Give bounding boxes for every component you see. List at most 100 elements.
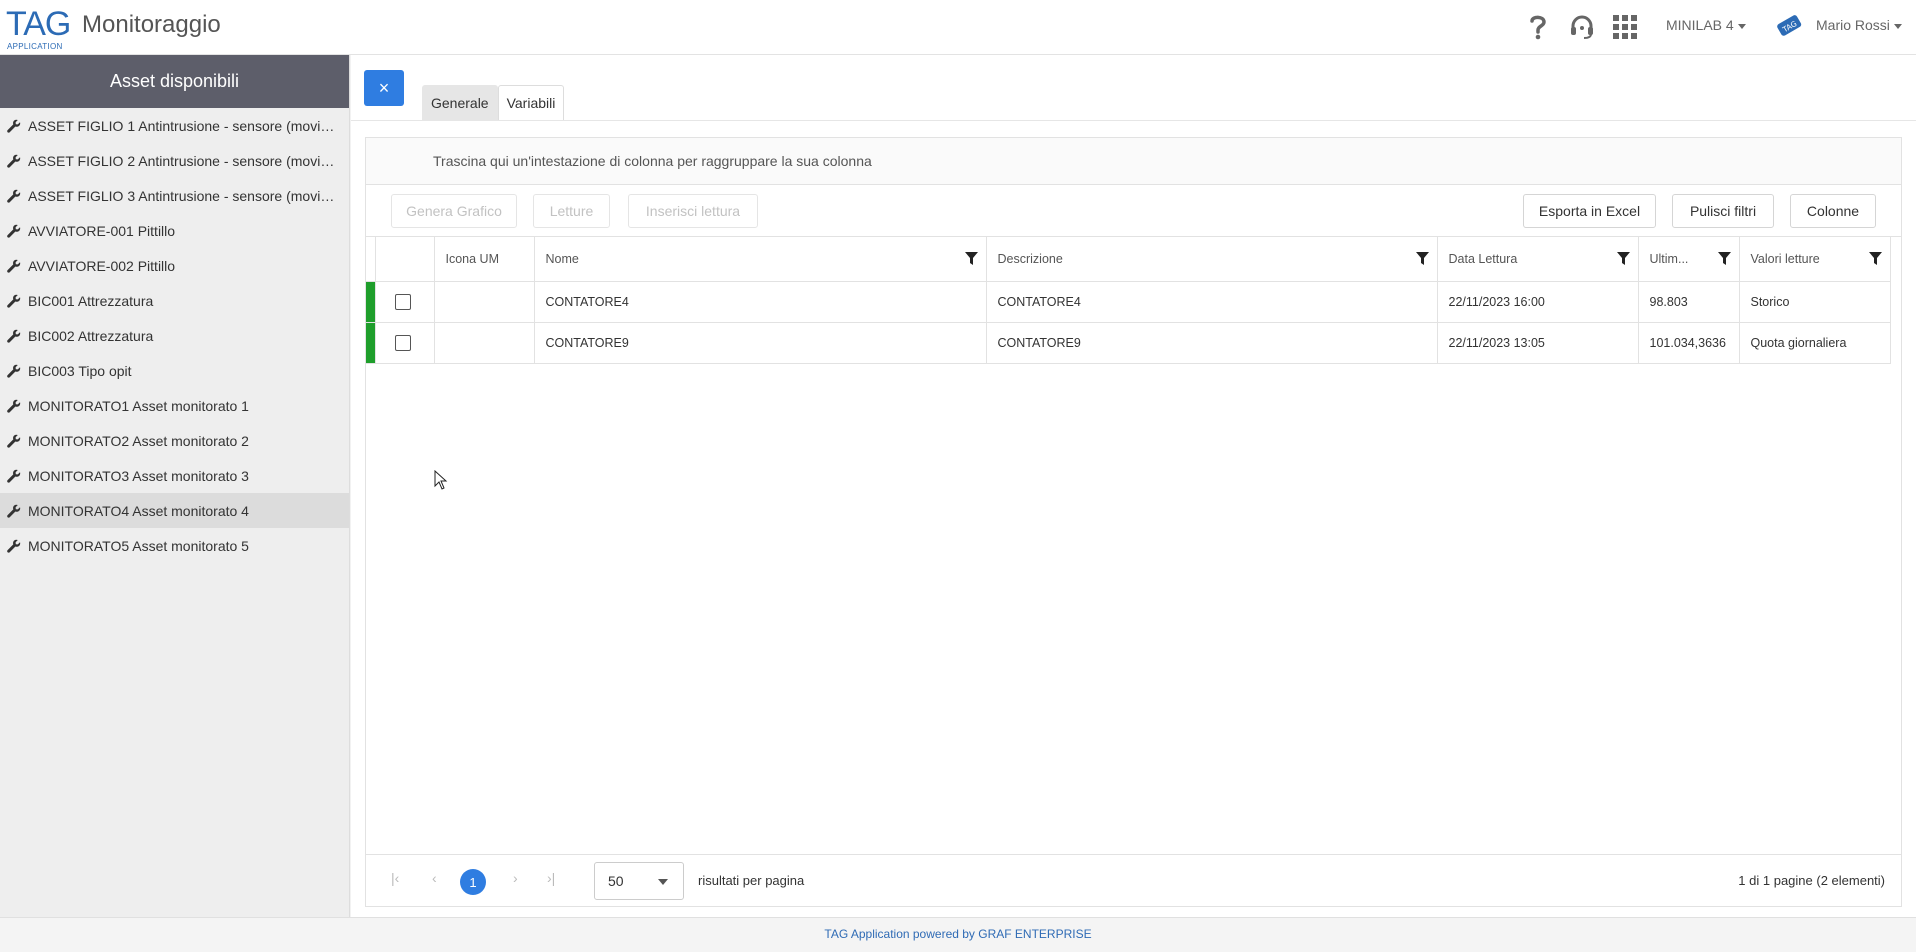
logo-text: TAG <box>6 5 71 43</box>
pagination-bar: |‹ ‹ 1 › ›| 50 risultati per pagina 1 di… <box>366 854 1901 906</box>
sidebar-item-label: ASSET FIGLIO 1 Antintrusione - sensore (… <box>28 117 343 134</box>
close-button[interactable]: × <box>364 70 404 106</box>
cell-data-lettura: 22/11/2023 13:05 <box>1437 322 1639 364</box>
tab-bar: Generale Variabili <box>422 85 565 120</box>
sidebar-item-asset[interactable]: MONITORATO1 Asset monitorato 1 <box>0 388 349 423</box>
sidebar-item-label: MONITORATO4 Asset monitorato 4 <box>28 502 249 519</box>
page-size-label: risultati per pagina <box>698 873 805 888</box>
group-drop-zone[interactable]: Trascina qui un'intestazione di colonna … <box>366 138 1901 185</box>
first-page-button[interactable]: |‹ <box>391 870 399 886</box>
column-label: Descrizione <box>997 251 1063 266</box>
sidebar-item-asset[interactable]: ASSET FIGLIO 3 Antintrusione - sensore (… <box>0 178 349 213</box>
table-header-row: Icona UM Nome Descrizione Data Lettura U… <box>366 237 1891 282</box>
support-headset-icon[interactable] <box>1567 12 1597 42</box>
page-number-button[interactable]: 1 <box>460 869 486 895</box>
wrench-icon <box>7 539 21 553</box>
sidebar-item-asset[interactable]: AVVIATORE-002 Pittillo <box>0 248 349 283</box>
wrench-icon <box>7 364 21 378</box>
columns-button[interactable]: Colonne <box>1790 194 1876 228</box>
clear-filters-button[interactable]: Pulisci filtri <box>1672 194 1774 228</box>
workspace-label: MINILAB 4 <box>1666 17 1734 33</box>
wrench-icon <box>7 224 21 238</box>
column-header-icona-um[interactable]: Icona UM <box>434 237 535 282</box>
column-label: Nome <box>545 251 579 266</box>
sidebar-item-asset[interactable]: ASSET FIGLIO 2 Antintrusione - sensore (… <box>0 143 349 178</box>
tab-variabili[interactable]: Variabili <box>497 85 565 120</box>
sidebar-item-asset[interactable]: MONITORATO3 Asset monitorato 3 <box>0 458 349 493</box>
export-excel-button[interactable]: Esporta in Excel <box>1523 194 1656 228</box>
column-header-valori-letture[interactable]: Valori letture <box>1739 237 1891 282</box>
sidebar-item-asset[interactable]: MONITORATO4 Asset monitorato 4 <box>0 493 349 528</box>
column-header-descrizione[interactable]: Descrizione <box>986 237 1438 282</box>
workspace-dropdown[interactable]: MINILAB 4 <box>1666 17 1746 33</box>
sidebar-title: Asset disponibili <box>0 55 349 108</box>
help-icon[interactable] <box>1523 12 1553 42</box>
sidebar-item-label: MONITORATO2 Asset monitorato 2 <box>28 432 249 449</box>
user-menu[interactable]: Mario Rossi <box>1816 17 1902 33</box>
cell-icona-um <box>434 322 535 364</box>
select-header <box>375 237 435 282</box>
letture-button[interactable]: Letture <box>533 194 610 228</box>
filter-icon[interactable] <box>964 252 978 265</box>
asset-list: ASSET FIGLIO 1 Antintrusione - sensore (… <box>0 108 349 563</box>
column-label: Icona UM <box>445 251 500 266</box>
apps-grid-icon[interactable] <box>1610 12 1640 42</box>
tag-badge-icon: TAG <box>1775 10 1805 40</box>
wrench-icon <box>7 504 21 518</box>
wrench-icon <box>7 434 21 448</box>
variables-table: Icona UM Nome Descrizione Data Lettura U… <box>366 237 1891 364</box>
sidebar-item-label: BIC001 Attrezzatura <box>28 292 154 309</box>
sidebar-item-asset[interactable]: BIC002 Attrezzatura <box>0 318 349 353</box>
next-page-button[interactable]: › <box>513 870 518 886</box>
asset-sidebar: Asset disponibili ASSET FIGLIO 1 Antintr… <box>0 55 350 917</box>
cell-nome: CONTATORE4 <box>534 281 987 323</box>
cell-data-lettura: 22/11/2023 16:00 <box>1437 281 1639 323</box>
filter-icon[interactable] <box>1717 252 1731 265</box>
footer: TAG Application powered by GRAF ENTERPRI… <box>0 917 1916 952</box>
filter-icon[interactable] <box>1415 252 1429 265</box>
filter-icon[interactable] <box>1616 252 1630 265</box>
tab-generale[interactable]: Generale <box>422 85 498 120</box>
status-indicator <box>366 281 376 323</box>
genera-grafico-button[interactable]: Genera Grafico <box>391 194 517 228</box>
inserisci-lettura-button[interactable]: Inserisci lettura <box>628 194 758 228</box>
wrench-icon <box>7 189 21 203</box>
sidebar-item-asset[interactable]: BIC001 Attrezzatura <box>0 283 349 318</box>
mouse-cursor-icon <box>434 470 448 490</box>
user-name: Mario Rossi <box>1816 17 1890 33</box>
sidebar-item-label: ASSET FIGLIO 2 Antintrusione - sensore (… <box>28 152 343 169</box>
prev-page-button[interactable]: ‹ <box>432 870 437 886</box>
top-bar: TAG APPLICATION Monitoraggio MINILAB 4 T… <box>0 0 1916 55</box>
row-checkbox[interactable] <box>394 334 411 351</box>
chevron-down-icon <box>658 879 668 885</box>
sidebar-item-asset[interactable]: ASSET FIGLIO 1 Antintrusione - sensore (… <box>0 108 349 143</box>
sidebar-item-asset[interactable]: BIC003 Tipo opit <box>0 353 349 388</box>
cell-descrizione: CONTATORE9 <box>986 322 1438 364</box>
wrench-icon <box>7 399 21 413</box>
sidebar-item-asset[interactable]: MONITORATO2 Asset monitorato 2 <box>0 423 349 458</box>
row-checkbox[interactable] <box>394 293 411 310</box>
sidebar-item-label: AVVIATORE-002 Pittillo <box>28 257 176 274</box>
page-title: Monitoraggio <box>82 11 221 38</box>
column-header-ultimo[interactable]: Ultim... <box>1638 237 1740 282</box>
wrench-icon <box>7 329 21 343</box>
last-page-button[interactable]: ›| <box>547 870 555 886</box>
sidebar-item-asset[interactable]: MONITORATO5 Asset monitorato 5 <box>0 528 349 563</box>
column-header-data-lettura[interactable]: Data Lettura <box>1437 237 1639 282</box>
filter-icon[interactable] <box>1868 252 1882 265</box>
cell-icona-um <box>434 281 535 323</box>
column-header-nome[interactable]: Nome <box>534 237 987 282</box>
sidebar-item-asset[interactable]: AVVIATORE-001 Pittillo <box>0 213 349 248</box>
column-label: Valori letture <box>1750 251 1820 266</box>
app-logo[interactable]: TAG APPLICATION <box>6 6 71 51</box>
cell-descrizione: CONTATORE4 <box>986 281 1438 323</box>
wrench-icon <box>7 469 21 483</box>
table-row[interactable]: CONTATORE4 CONTATORE4 22/11/2023 16:00 9… <box>366 281 1891 323</box>
page-size-select[interactable]: 50 <box>594 862 684 900</box>
cell-valori-letture: Quota giornaliera <box>1739 322 1891 364</box>
tab-divider <box>351 120 1916 121</box>
table-row[interactable]: CONTATORE9 CONTATORE9 22/11/2023 13:05 1… <box>366 322 1891 364</box>
cell-ultimo: 101.034,3636 <box>1638 322 1740 364</box>
sidebar-item-label: ASSET FIGLIO 3 Antintrusione - sensore (… <box>28 187 343 204</box>
cell-ultimo: 98.803 <box>1638 281 1740 323</box>
